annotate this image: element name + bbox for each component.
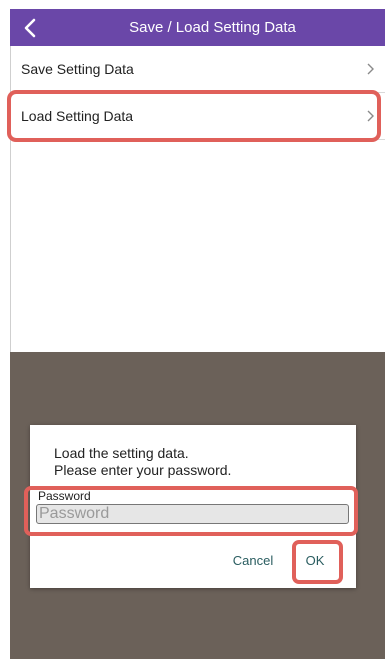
save-setting-data-item[interactable]: Save Setting Data [11,46,385,93]
menu-item-label: Save Setting Data [21,61,134,77]
settings-menu: Save Setting Data Load Setting Data [10,46,385,352]
menu-item-label: Load Setting Data [21,108,134,124]
chevron-right-icon [367,63,374,75]
dialog-message-line: Load the setting data. [54,445,189,461]
load-setting-data-item[interactable]: Load Setting Data [11,93,385,140]
ok-button[interactable]: OK [298,548,332,572]
dialog-message: Load the setting data. Please enter your… [54,445,344,479]
password-input[interactable] [36,504,349,524]
dialog-message-line: Please enter your password. [54,462,232,478]
settings-screen: Save / Load Setting Data Save Setting Da… [0,0,385,352]
password-label: Password [38,489,91,503]
password-dialog: Load the setting data. Please enter your… [30,425,356,588]
cancel-button[interactable]: Cancel [230,548,276,572]
back-button[interactable] [10,9,50,46]
page-title: Save / Load Setting Data [129,19,296,36]
chevron-left-icon [24,18,36,37]
chevron-right-icon [367,110,374,122]
app-bar: Save / Load Setting Data [10,9,385,46]
